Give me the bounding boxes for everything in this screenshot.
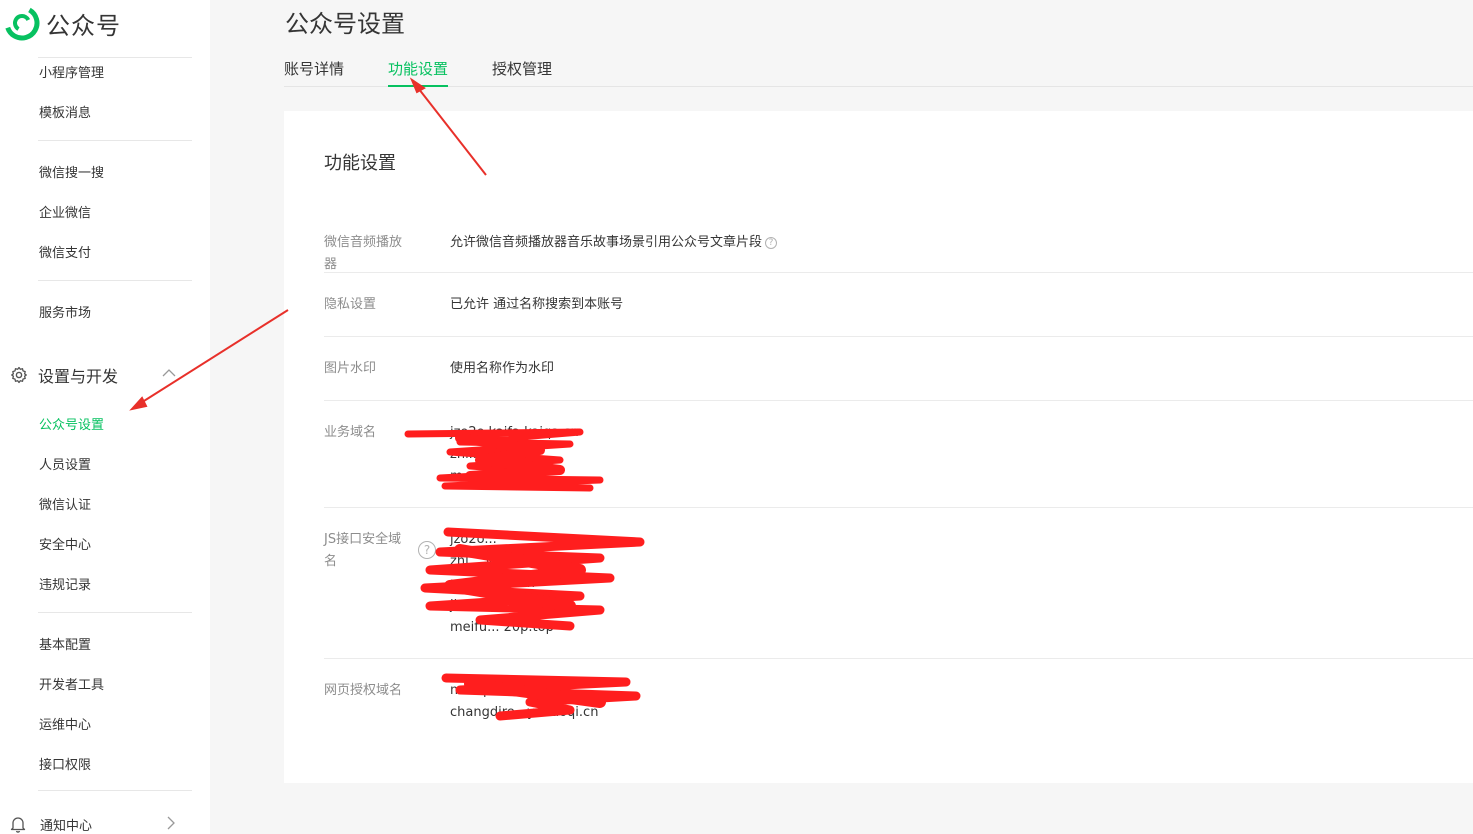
- row-label: 业务域名: [324, 425, 377, 440]
- row-label: 微信音频播放器: [324, 235, 403, 272]
- domain-entry: m...maoqi.cn: [450, 576, 536, 591]
- wechat-mp-logo-icon: [4, 5, 40, 41]
- nav-notification-center[interactable]: 通知中心: [10, 812, 180, 834]
- nav-violation-records[interactable]: 违规记录: [39, 574, 91, 593]
- brand-name: 公众号: [46, 11, 121, 40]
- bell-icon: [10, 817, 26, 833]
- nav-member-settings[interactable]: 人员设置: [39, 454, 91, 473]
- settings-row-js-safe-domain: JS接口安全域名 ? jzo2o... zhi... yimaoqi.cn m.…: [324, 508, 1473, 659]
- nav-group-settings-dev[interactable]: 设置与开发: [10, 362, 180, 388]
- tab-authorization[interactable]: 授权管理: [492, 57, 552, 87]
- nav-ops-center[interactable]: 运维中心: [39, 714, 91, 733]
- settings-row-audio-player: 微信音频播放器 允许微信音频播放器音乐故事场景引用公众号文章片段?: [324, 221, 1473, 273]
- help-icon[interactable]: ?: [418, 541, 436, 559]
- domain-entry: m...p.top: [450, 469, 509, 484]
- domain-entry: zhi...aoqi.cn: [450, 447, 529, 462]
- settings-row-business-domain: 业务域名 jzo2o.kaifa.kaiqa.cn zhi...aoqi.cn …: [324, 401, 1473, 508]
- sidebar: 公众号 小程序管理 模板消息 微信搜一搜 企业微信 微信支付 服务市场 设置与开…: [0, 0, 210, 834]
- nav-developer-tools[interactable]: 开发者工具: [39, 674, 104, 693]
- tab-account-details[interactable]: 账号详情: [284, 57, 344, 87]
- domain-entry: ji...aoqi.cn: [450, 598, 517, 613]
- tab-feature-settings[interactable]: 功能设置: [388, 57, 449, 87]
- divider: [38, 57, 192, 58]
- nav-wechat-search[interactable]: 微信搜一搜: [39, 162, 104, 181]
- row-label: 隐私设置: [324, 297, 377, 312]
- divider: [38, 280, 192, 281]
- card-title: 功能设置: [324, 153, 396, 174]
- chevron-up-icon: [162, 369, 176, 377]
- domain-entry: m...op: [450, 683, 492, 698]
- tab-bar: 账号详情 功能设置 授权管理: [284, 57, 1473, 87]
- nav-wechat-pay[interactable]: 微信支付: [39, 242, 91, 261]
- domain-entry: meifu... 20p.top: [450, 620, 554, 635]
- nav-template-message[interactable]: 模板消息: [39, 102, 91, 121]
- row-value: 使用名称作为水印: [450, 361, 555, 376]
- nav-service-market[interactable]: 服务市场: [39, 302, 91, 321]
- page-title: 公众号设置: [285, 10, 405, 38]
- nav-wechat-verification[interactable]: 微信认证: [39, 494, 91, 513]
- settings-card: 功能设置 微信音频播放器 允许微信音频播放器音乐故事场景引用公众号文章片段? 隐…: [284, 111, 1473, 783]
- nav-basic-config[interactable]: 基本配置: [39, 634, 91, 653]
- domain-entry: changdire...yimaoqi.cn: [450, 705, 599, 720]
- row-value: 已允许 通过名称搜索到本账号: [450, 297, 624, 312]
- nav-security-center[interactable]: 安全中心: [39, 534, 91, 553]
- nav-miniprogram[interactable]: 小程序管理: [39, 62, 104, 81]
- settings-row-watermark: 图片水印 使用名称作为水印: [324, 337, 1473, 401]
- row-value: 允许微信音频播放器音乐故事场景引用公众号文章片段?: [450, 232, 778, 254]
- domain-entry: jzo2o.kaifa.kaiqa.cn: [450, 425, 579, 440]
- settings-row-oauth-domain: 网页授权域名 m...op changdire...yimaoqi.cn: [324, 659, 1473, 759]
- row-label: 网页授权域名: [324, 683, 403, 698]
- nav-notice-label: 通知中心: [40, 818, 93, 834]
- nav-group-label: 设置与开发: [38, 367, 119, 386]
- brand[interactable]: 公众号: [4, 4, 121, 42]
- row-values: jzo2o... zhi... yimaoqi.cn m...maoqi.cn …: [450, 529, 556, 639]
- domain-entry: zhi... yimaoqi.cn: [450, 554, 557, 569]
- nav-api-permissions[interactable]: 接口权限: [39, 754, 91, 773]
- chevron-right-icon: [167, 816, 175, 830]
- gear-icon: [11, 366, 27, 384]
- row-label: JS接口安全域名: [324, 532, 402, 569]
- help-icon[interactable]: ?: [765, 236, 778, 249]
- nav-account-settings[interactable]: 公众号设置: [39, 414, 104, 433]
- row-values: m...op changdire...yimaoqi.cn: [450, 680, 598, 724]
- divider: [38, 612, 192, 613]
- row-value-text: 允许微信音频播放器音乐故事场景引用公众号文章片段: [450, 235, 763, 250]
- divider: [38, 140, 192, 141]
- row-label: 图片水印: [324, 361, 377, 376]
- divider: [38, 790, 192, 791]
- row-values: jzo2o.kaifa.kaiqa.cn zhi...aoqi.cn m...p…: [450, 422, 579, 488]
- nav-work-wechat[interactable]: 企业微信: [39, 202, 91, 221]
- domain-entry: jzo2o...: [450, 532, 497, 547]
- settings-row-privacy: 隐私设置 已允许 通过名称搜索到本账号: [324, 273, 1473, 337]
